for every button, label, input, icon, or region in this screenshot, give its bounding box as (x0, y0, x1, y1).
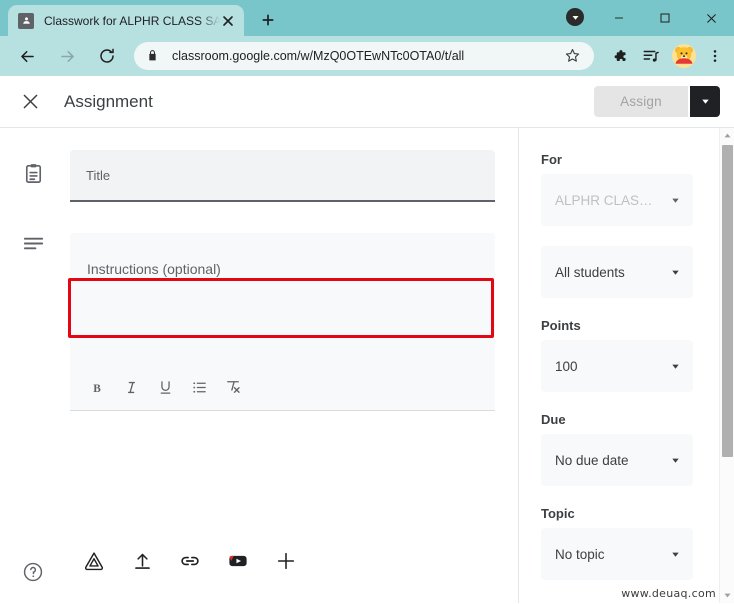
page-title: Assignment (64, 91, 153, 111)
url-text: classroom.google.com/w/MzQ0OTEwNTc0OTA0/… (172, 49, 465, 63)
avatar[interactable] (672, 44, 696, 68)
reload-button[interactable] (92, 41, 122, 71)
three-dot-menu-icon[interactable] (702, 43, 728, 69)
for-label: For (541, 152, 562, 167)
assign-button[interactable]: Assign (594, 86, 688, 117)
assignment-settings-pane: For ALPHR CLAS… All students Points 100 (519, 128, 734, 603)
star-icon[interactable] (564, 47, 582, 65)
bulleted-list-icon[interactable] (182, 372, 216, 402)
points-select[interactable]: 100 (541, 340, 693, 392)
assignment-clipboard-icon (22, 162, 45, 190)
students-select-value: All students (555, 264, 625, 280)
browser-window: Classwork for ALPHR CLASS SAM classroom.… (0, 0, 734, 604)
attachment-toolbar (70, 541, 310, 581)
youtube-icon[interactable] (214, 541, 262, 581)
points-select-value: 100 (555, 358, 578, 374)
class-select[interactable]: ALPHR CLAS… (541, 174, 693, 226)
assignment-body: Title Instructions (optional) B For ALPH… (0, 128, 734, 603)
browser-toolbar: classroom.google.com/w/MzQ0OTEwNTc0OTA0/… (0, 36, 734, 76)
assign-dropdown-button[interactable] (690, 86, 720, 117)
points-label: Points (541, 318, 581, 333)
help-icon[interactable] (22, 561, 46, 585)
scroll-up-arrow-icon[interactable] (720, 128, 734, 143)
link-icon[interactable] (166, 541, 214, 581)
download-indicator-icon[interactable] (566, 8, 584, 26)
watermark: www.deuaq.com (621, 587, 716, 600)
chevron-down-icon (670, 267, 681, 278)
chevron-down-icon (670, 549, 681, 560)
new-tab-button[interactable] (254, 6, 282, 34)
close-assignment-icon[interactable] (18, 90, 42, 114)
close-icon[interactable] (220, 13, 236, 29)
format-toolbar: B (80, 372, 250, 402)
assign-button-group: Assign (594, 86, 720, 117)
chevron-down-icon (670, 455, 681, 466)
address-bar[interactable]: classroom.google.com/w/MzQ0OTEwNTc0OTA0/… (134, 42, 594, 70)
scroll-down-arrow-icon[interactable] (720, 588, 734, 603)
topic-select-value: No topic (555, 546, 605, 562)
window-controls (596, 0, 734, 36)
reading-list-icon[interactable] (638, 43, 664, 69)
italic-icon[interactable] (114, 372, 148, 402)
scrollbar-track[interactable] (720, 143, 734, 588)
clear-formatting-icon[interactable] (216, 372, 250, 402)
minimize-button[interactable] (596, 2, 642, 34)
classroom-favicon (18, 12, 34, 29)
due-select[interactable]: No due date (541, 434, 693, 486)
tab-strip: Classwork for ALPHR CLASS SAM (0, 0, 734, 36)
vertical-scrollbar[interactable] (719, 128, 734, 603)
underline-icon[interactable] (148, 372, 182, 402)
title-placeholder: Title (86, 167, 111, 183)
class-select-value: ALPHR CLAS… (555, 192, 653, 208)
due-select-value: No due date (555, 452, 629, 468)
lock-icon (146, 49, 160, 63)
instructions-placeholder: Instructions (optional) (87, 261, 221, 277)
title-field-wrapper: Title (70, 150, 495, 202)
browser-tab[interactable]: Classwork for ALPHR CLASS SAM (8, 5, 244, 36)
upload-icon[interactable] (118, 541, 166, 581)
instructions-input[interactable]: Instructions (optional) B (70, 233, 495, 411)
due-label: Due (541, 412, 566, 427)
create-plus-icon[interactable] (262, 541, 310, 581)
svg-text:B: B (93, 382, 101, 394)
assignment-main-pane: Title Instructions (optional) B (0, 128, 519, 603)
chevron-down-icon (670, 361, 681, 372)
topic-label: Topic (541, 506, 575, 521)
students-select[interactable]: All students (541, 246, 693, 298)
title-input[interactable]: Title (70, 150, 495, 202)
google-drive-icon[interactable] (70, 541, 118, 581)
topic-select[interactable]: No topic (541, 528, 693, 580)
puzzle-piece-icon[interactable] (606, 43, 632, 69)
assignment-header: Assignment Assign (0, 76, 734, 128)
maximize-button[interactable] (642, 2, 688, 34)
forward-button (52, 41, 82, 71)
bold-icon[interactable]: B (80, 372, 114, 402)
chevron-down-icon (670, 195, 681, 206)
scrollbar-thumb[interactable] (722, 145, 733, 457)
back-button[interactable] (12, 41, 42, 71)
tab-title: Classwork for ALPHR CLASS SAM (44, 13, 220, 28)
close-window-button[interactable] (688, 2, 734, 34)
description-lines-icon (22, 232, 45, 260)
